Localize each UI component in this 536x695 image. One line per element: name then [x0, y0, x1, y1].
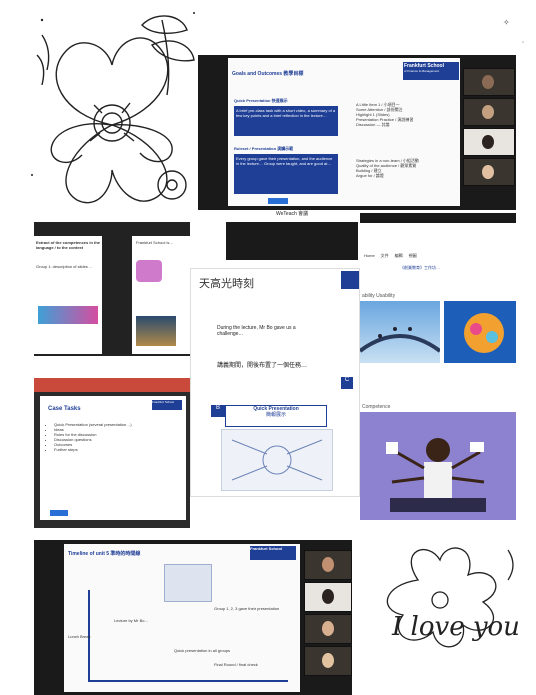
doc-heading: ability Usability: [362, 293, 396, 299]
center-title: 天高光時刻: [199, 277, 254, 290]
toolbar-item[interactable]: Home: [364, 253, 375, 258]
doc-url[interactable]: 《創業教育》工作坊…: [400, 265, 440, 270]
brain-image: [136, 260, 162, 282]
ppt-ribbon: [34, 378, 190, 392]
toolbar-item[interactable]: 編輯: [395, 253, 403, 258]
slide-timeline: Timeline of unit 5 準時的時間線 Frankfurt Scho…: [64, 544, 300, 692]
label-lecture: Lecture by Mr Bo…: [114, 618, 149, 623]
slide-title: Goals and Outcomes 教學目標: [232, 71, 304, 77]
institution-logo: Frankfurt School: [250, 546, 296, 560]
list-item: Further steps: [54, 447, 186, 452]
flower-drawing-bottom: I love you: [358, 540, 534, 692]
case-tasks-title: Case Tasks: [48, 406, 81, 412]
toolbar-item[interactable]: 文件: [381, 253, 389, 258]
slide-left-lower: Case Tasks Frankfurt School Quick Presen…: [34, 378, 190, 528]
section2-title: Ruleset / Presentation 演講示範: [234, 146, 294, 151]
status-strip: WeTeach 會議: [226, 212, 358, 260]
label-final: Final Round / final check: [214, 662, 258, 667]
participant-video[interactable]: [304, 550, 352, 580]
label-c: C: [341, 377, 353, 389]
section2-body: Every group gave their presentation, and…: [234, 154, 338, 194]
section1-body: A brief pre-class task with a short vide…: [234, 106, 338, 136]
institution-logo: Frankfurt School of Finance & Management: [403, 62, 459, 80]
institution-name: Frankfurt School: [152, 400, 175, 404]
left-text: Group 1: description of slides …: [36, 264, 93, 269]
logo-badge: [50, 510, 68, 516]
timeline-title: Timeline of unit 5 準時的時間線: [68, 551, 141, 557]
list-item: Discussion — 討論: [356, 122, 390, 127]
label-b: B: [211, 405, 225, 417]
label-present: Quick presentation in all groups: [174, 648, 231, 653]
right-panel: Frankfurt School is…: [132, 236, 190, 354]
participant-video[interactable]: [463, 158, 515, 186]
quick-presentation-box: Quick Presentation 簡報展示: [225, 405, 327, 427]
participant-strip: [304, 544, 352, 692]
case-tasks-list: Quick Presentation (several presentation…: [46, 422, 186, 452]
multitask-illustration: [360, 412, 516, 520]
competence-panel: Competence: [360, 404, 516, 522]
doc-topbar: [360, 213, 516, 223]
center-body-zh: 講義期間，開後布置了一個任務…: [217, 362, 308, 369]
flower-drawing-top: [22, 5, 202, 217]
competence-heading: Competence: [362, 404, 391, 410]
sparkle-icon: ✧: [503, 18, 510, 27]
meeting-screenshot-bottom: Timeline of unit 5 準時的時間線 Frankfurt Scho…: [34, 540, 352, 695]
slide-goals: Goals and Outcomes 教學目標 Frankfurt School…: [228, 58, 460, 206]
right-items-list: A Little Item 1 / 小項目一 Some Attention / …: [356, 102, 456, 127]
timeline-axis-h: [88, 680, 288, 682]
slide-canvas: Case Tasks Frankfurt School Quick Presen…: [40, 396, 186, 520]
participant-video[interactable]: [463, 68, 515, 96]
doc-screenshot: Home 文件 編輯 視圖 《創業教育》工作坊… ability Usabili…: [360, 213, 516, 373]
list-item: Argue for / 論證: [356, 173, 384, 178]
meeting-screenshot-top: Goals and Outcomes 教學目標 Frankfurt School…: [198, 55, 516, 210]
participant-video[interactable]: [304, 582, 352, 612]
center-body-en: During the lecture, Mr Bo gave us a chal…: [217, 325, 296, 337]
box-label-zh: 簡報展示: [265, 412, 286, 418]
participant-video[interactable]: [304, 614, 352, 644]
left-title: Extract of the competences in the langua…: [36, 240, 101, 250]
logo-badge: [268, 198, 288, 204]
participant-video[interactable]: [304, 646, 352, 676]
diagram-image: [221, 429, 333, 491]
status-text: WeTeach 會議: [276, 211, 309, 217]
colored-graphic: [38, 306, 98, 324]
institution-sub: of Finance & Management: [404, 69, 440, 73]
sparkle-icon: ◦: [522, 40, 525, 46]
bridge-illustration: [360, 301, 440, 363]
book-image: [136, 316, 176, 346]
label-group: Group 1, 2, 3 gave their presentation: [214, 606, 280, 611]
institution-logo: [341, 271, 359, 289]
participant-video[interactable]: [463, 128, 515, 156]
toolbar-item[interactable]: 視圖: [409, 253, 417, 258]
signature-text: I love you: [392, 612, 520, 642]
institution-name: Frankfurt School: [250, 546, 283, 551]
participant-video[interactable]: [463, 98, 515, 126]
slide-left-middle: Extract of the competences in the langua…: [34, 222, 190, 356]
institution-logo: Frankfurt School: [152, 400, 182, 410]
left-panel: Extract of the competences in the langua…: [34, 236, 102, 354]
screenshot-thumb: [164, 564, 212, 602]
doc-toolbar: Home 文件 編輯 視圖: [364, 253, 417, 258]
right-text: Frankfurt School is…: [136, 240, 174, 245]
right-items-list-2: Strategies in a non-team / 小組活動 Quality …: [356, 158, 456, 178]
participant-strip: [463, 58, 515, 206]
section1-title: Quick Presentation 快速展示: [234, 98, 288, 103]
label-lunch: Lunch Break: [68, 634, 91, 639]
head-illustration: [444, 301, 516, 363]
slide-center: 天高光時刻 During the lecture, Mr Bo gave us …: [190, 268, 360, 497]
